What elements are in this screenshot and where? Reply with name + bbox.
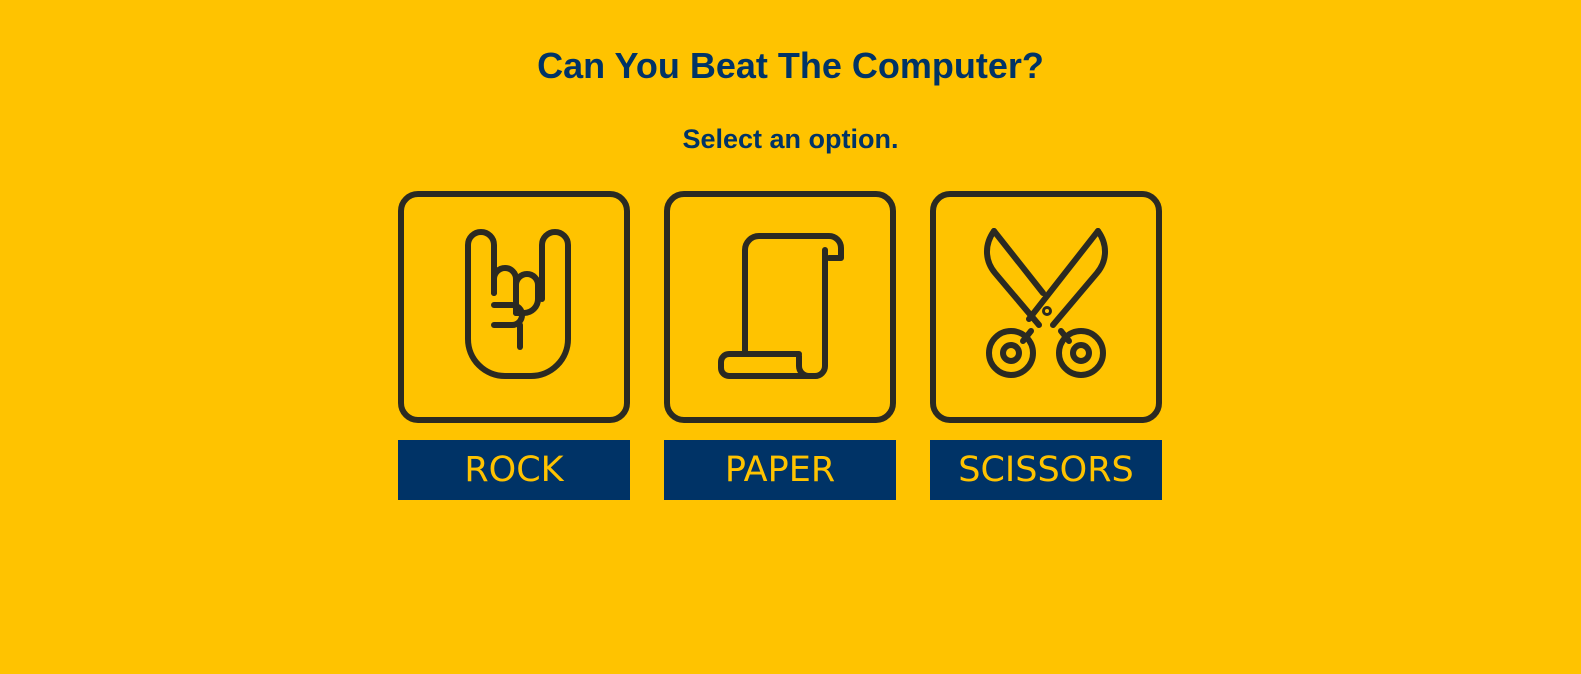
rock-hand-icon: [465, 229, 571, 379]
paper-scroll-icon: [718, 233, 844, 379]
option-rock: ROCK: [398, 191, 630, 500]
instruction-text: Select an option.: [682, 124, 899, 154]
option-scissors: SCISSORS: [930, 191, 1162, 500]
scissors-icon: [984, 228, 1108, 378]
rock-button[interactable]: ROCK: [398, 440, 630, 500]
paper-choice-tile[interactable]: [664, 191, 896, 423]
scissors-button[interactable]: SCISSORS: [930, 440, 1162, 500]
page-title: Can You Beat The Computer?: [537, 45, 1044, 86]
scissors-choice-tile[interactable]: [930, 191, 1162, 423]
game-page: Can You Beat The Computer? Select an opt…: [0, 0, 1581, 674]
paper-button[interactable]: PAPER: [664, 440, 896, 500]
option-paper: PAPER: [664, 191, 896, 500]
rock-choice-tile[interactable]: [398, 191, 630, 423]
